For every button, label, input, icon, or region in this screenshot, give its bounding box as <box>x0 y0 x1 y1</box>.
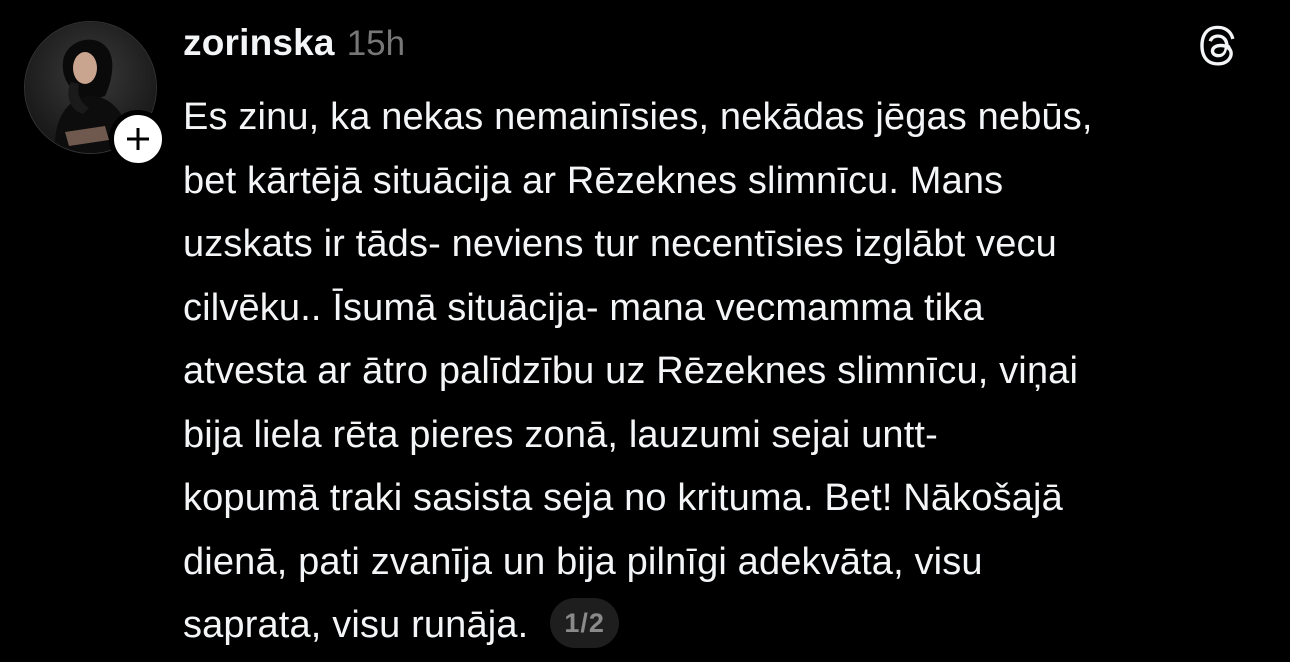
post-text-line: bet kārtējā situācija ar Rēzeknes slimnī… <box>183 159 1004 202</box>
threads-logo-icon[interactable] <box>1196 24 1242 70</box>
follow-button[interactable] <box>109 110 167 168</box>
post-text-line: kopumā traki sasista seja no krituma. Be… <box>183 477 1063 519</box>
post-text-final-segment: saprata, visu runāja. <box>183 604 529 646</box>
post-text-line: cilvēku.. Īsumā situācija- mana vecmamma… <box>183 286 984 329</box>
post-text-line: Es zinu, ka nekas nemainīsies, nekādas j… <box>183 96 1093 138</box>
post-header: zorinska 15h <box>183 22 405 66</box>
timestamp: 15h <box>346 24 406 63</box>
thread-post: zorinska 15h Es zinu, ka nekas nemainīsi… <box>0 0 1290 662</box>
post-body: Es zinu, ka nekas nemainīsies, nekādas j… <box>183 86 1263 658</box>
post-text-line: bija liela rēta pieres zonā, lauzumi sej… <box>183 413 938 456</box>
thread-page-indicator[interactable]: 1/2 <box>550 597 619 648</box>
post-text-line: dienā, pati zvanīja un bija pilnīgi adek… <box>183 540 983 583</box>
username[interactable]: zorinska <box>183 22 335 64</box>
post-text-line: atvesta ar ātro palīdzību uz Rēzeknes sl… <box>183 350 1079 392</box>
avatar-container <box>24 21 167 168</box>
post-text-line: uzskats ir tāds- neviens tur necentīsies… <box>183 223 1057 265</box>
post-text-line-last: saprata, visu runāja. 1/2 <box>183 594 1263 658</box>
plus-icon <box>127 128 149 150</box>
